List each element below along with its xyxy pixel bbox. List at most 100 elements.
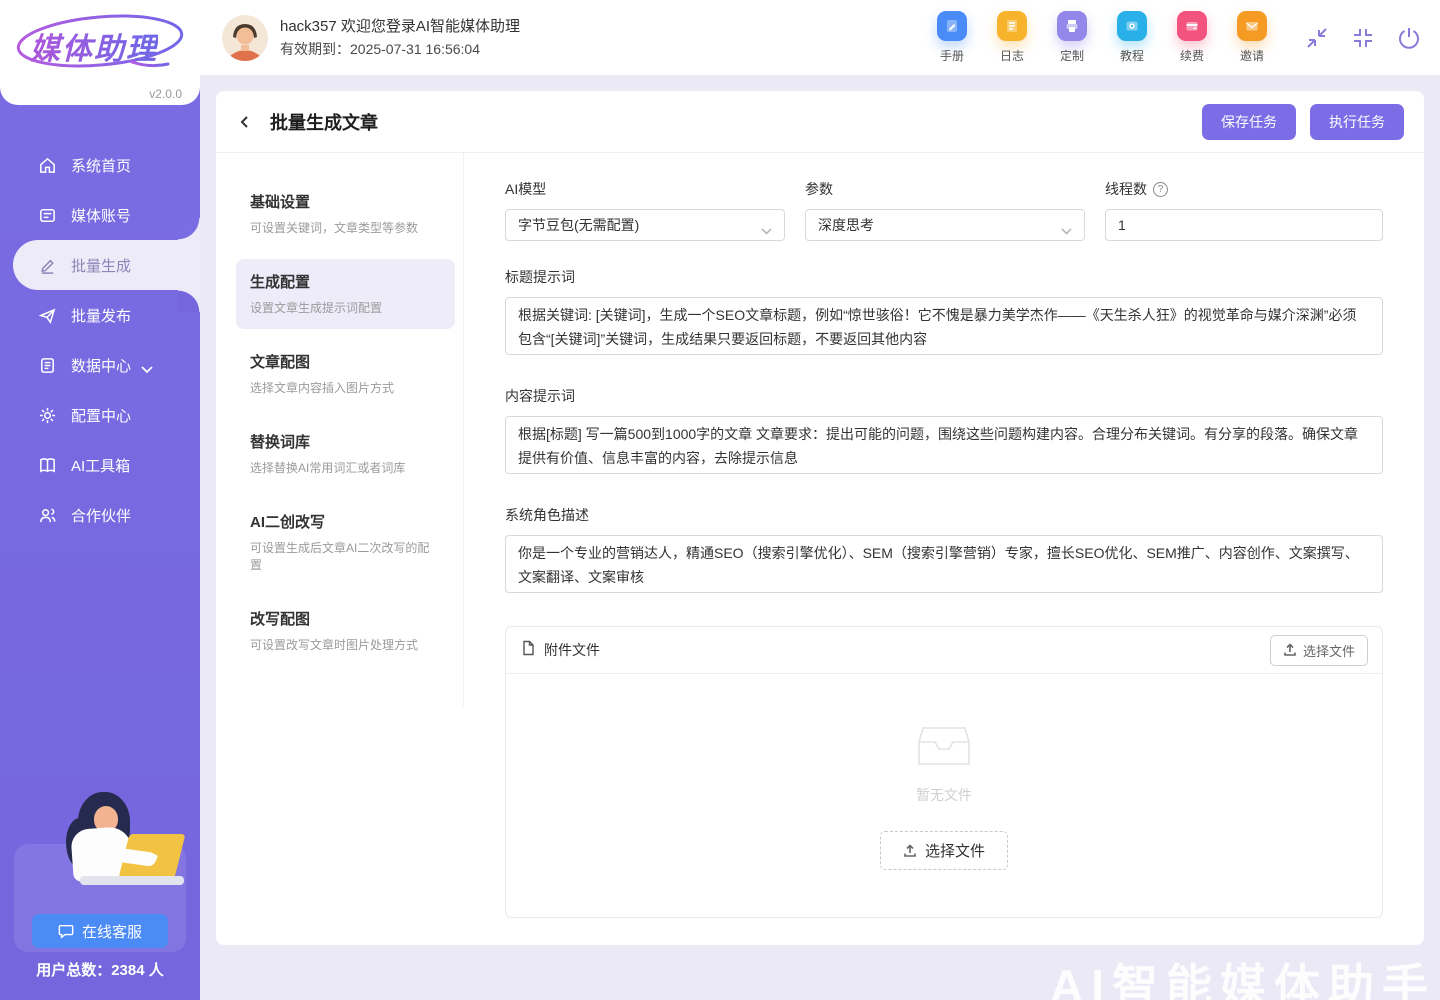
- step-rewrite-images[interactable]: 改写配图 可设置改写文章时图片处理方式: [236, 596, 455, 666]
- logo-card: 媒体助理 v2.0.0: [0, 0, 200, 105]
- welcome-block: hack357 欢迎您登录AI智能媒体助理 有效期到：2025-07-31 16…: [280, 17, 520, 59]
- role-label: 系统角色描述: [505, 505, 1383, 525]
- window-controls: [1304, 25, 1422, 51]
- sidebar-item-batch-publish[interactable]: 批量发布: [0, 290, 200, 340]
- step-article-images[interactable]: 文章配图 选择文章内容插入图片方式: [236, 339, 455, 409]
- field-param: 参数 深度思考: [805, 179, 1085, 241]
- sidebar-item-data-center[interactable]: 数据中心: [0, 340, 200, 390]
- watermark: AI智能媒体助手: [1050, 950, 1436, 1000]
- batch-generate-icon: [38, 256, 57, 275]
- upload-icon: [903, 844, 917, 858]
- renew-label: 续费: [1180, 47, 1204, 64]
- renew-button[interactable]: 续费: [1174, 11, 1210, 64]
- logo-text: 媒体助理: [30, 24, 158, 68]
- ai-model-select[interactable]: 字节豆包(无需配置): [505, 209, 785, 241]
- threads-label: 线程数: [1105, 179, 1147, 199]
- header-actions: 保存任务 执行任务: [1202, 104, 1404, 140]
- compress-icon[interactable]: [1350, 25, 1376, 51]
- upload-icon: [1283, 643, 1297, 657]
- manual-button[interactable]: 手册: [934, 11, 970, 64]
- steps-panel: 基础设置 可设置关键词，文章类型等参数 生成配置 设置文章生成提示词配置 文章配…: [216, 153, 464, 706]
- manual-icon: [937, 11, 967, 41]
- custom-button[interactable]: 定制: [1054, 11, 1090, 64]
- step-generate-config[interactable]: 生成配置 设置文章生成提示词配置: [236, 259, 455, 329]
- title-prompt-label: 标题提示词: [505, 267, 1383, 287]
- param-select[interactable]: 深度思考: [805, 209, 1085, 241]
- topbar: hack357 欢迎您登录AI智能媒体助理 有效期到：2025-07-31 16…: [200, 0, 1440, 75]
- online-support-button[interactable]: 在线客服: [32, 914, 168, 948]
- sidebar-item-batch-generate[interactable]: 批量生成: [13, 240, 200, 290]
- content-card: 批量生成文章 保存任务 执行任务 基础设置 可设置关键词，文章类型等参数 生成配…: [216, 91, 1424, 945]
- field-threads: 线程数 ?: [1105, 179, 1383, 241]
- log-icon: [997, 11, 1027, 41]
- content-prompt-label: 内容提示词: [505, 386, 1383, 406]
- online-support-label: 在线客服: [82, 921, 142, 942]
- title-prompt-textarea[interactable]: 根据关键词: [关键词]，生成一个SEO文章标题，例如“惊世骇俗！它不愧是暴力美…: [505, 297, 1383, 355]
- file-icon: [520, 640, 536, 661]
- tutorial-label: 教程: [1120, 47, 1144, 64]
- attachment-title: 附件文件: [544, 640, 600, 660]
- chevron-down-icon: [761, 222, 772, 229]
- sidebar: 系统首页 媒体账号 批量生成 批量发布 数据中心 配置中心 AI工具箱: [0, 0, 200, 1000]
- app-version: v2.0.0: [149, 87, 182, 101]
- content-prompt-textarea[interactable]: 根据[标题] 写一篇500到1000字的文章 文章要求：提出可能的问题，围绕这些…: [505, 416, 1383, 474]
- save-task-button[interactable]: 保存任务: [1202, 104, 1296, 140]
- help-icon[interactable]: ?: [1153, 182, 1168, 197]
- avatar[interactable]: [222, 15, 268, 61]
- attachment-select-button[interactable]: 选择文件: [1270, 635, 1368, 666]
- main-content: 批量生成文章 保存任务 执行任务 基础设置 可设置关键词，文章类型等参数 生成配…: [200, 75, 1440, 1000]
- expiry-text: 有效期到：2025-07-31 16:56:04: [280, 39, 520, 59]
- page-title: 批量生成文章: [270, 109, 378, 135]
- back-icon[interactable]: [232, 109, 258, 135]
- log-label: 日志: [1000, 47, 1024, 64]
- collapse-window-icon[interactable]: [1304, 25, 1330, 51]
- gear-icon: [38, 406, 57, 425]
- field-ai-model: AI模型 字节豆包(无需配置): [505, 179, 785, 241]
- attachment-section: 附件文件 选择文件 暂无文件 选择文件: [505, 626, 1383, 918]
- step-ai-rewrite[interactable]: AI二创改写 可设置生成后文章AI二次改写的配置: [236, 499, 455, 586]
- partners-icon: [38, 506, 57, 525]
- sidebar-item-ai-toolbox[interactable]: AI工具箱: [0, 440, 200, 490]
- sidebar-item-config-center[interactable]: 配置中心: [0, 390, 200, 440]
- welcome-text: hack357 欢迎您登录AI智能媒体助理: [280, 17, 520, 37]
- data-center-icon: [38, 356, 57, 375]
- sidebar-nav: 系统首页 媒体账号 批量生成 批量发布 数据中心 配置中心 AI工具箱: [0, 140, 200, 540]
- power-icon[interactable]: [1396, 25, 1422, 51]
- invite-icon: [1237, 11, 1267, 41]
- tutorial-icon: [1117, 11, 1147, 41]
- role-textarea[interactable]: 你是一个专业的营销达人，精通SEO（搜索引擎优化）、SEM（搜索引擎营销）专家，…: [505, 535, 1383, 593]
- book-icon: [38, 456, 57, 475]
- generate-config-form: AI模型 字节豆包(无需配置) 参数 深度思考: [464, 153, 1424, 918]
- step-basic-settings[interactable]: 基础设置 可设置关键词，文章类型等参数: [236, 179, 455, 249]
- invite-button[interactable]: 邀请: [1234, 11, 1270, 64]
- attachment-header: 附件文件 选择文件: [506, 627, 1382, 674]
- renew-icon: [1177, 11, 1207, 41]
- batch-publish-icon: [38, 306, 57, 325]
- step-replace-lexicon[interactable]: 替换词库 选择替换AI常用词汇或者词库: [236, 419, 455, 489]
- empty-files-text: 暂无文件: [916, 785, 972, 805]
- sidebar-item-label: 媒体账号: [71, 205, 131, 226]
- sidebar-item-label: 配置中心: [71, 405, 131, 426]
- media-account-icon: [38, 206, 57, 225]
- sidebar-item-home[interactable]: 系统首页: [0, 140, 200, 190]
- invite-label: 邀请: [1240, 47, 1264, 64]
- chevron-down-icon: [1061, 222, 1072, 229]
- log-button[interactable]: 日志: [994, 11, 1030, 64]
- logo: 媒体助理: [12, 10, 188, 76]
- tutorial-button[interactable]: 教程: [1114, 11, 1150, 64]
- custom-label: 定制: [1060, 47, 1084, 64]
- sidebar-item-label: 系统首页: [71, 155, 131, 176]
- sidebar-item-label: 批量生成: [71, 255, 131, 276]
- sidebar-item-label: 合作伙伴: [71, 505, 131, 526]
- manual-label: 手册: [940, 47, 964, 64]
- run-task-button[interactable]: 执行任务: [1310, 104, 1404, 140]
- sidebar-item-partners[interactable]: 合作伙伴: [0, 490, 200, 540]
- param-label: 参数: [805, 179, 1085, 199]
- empty-select-file-button[interactable]: 选择文件: [880, 831, 1008, 870]
- ai-model-label: AI模型: [505, 179, 785, 199]
- threads-input[interactable]: [1105, 209, 1383, 241]
- sidebar-item-media-accounts[interactable]: 媒体账号: [0, 190, 200, 240]
- sidebar-item-label: AI工具箱: [71, 455, 130, 476]
- chevron-down-icon: [141, 361, 153, 369]
- home-icon: [38, 156, 57, 175]
